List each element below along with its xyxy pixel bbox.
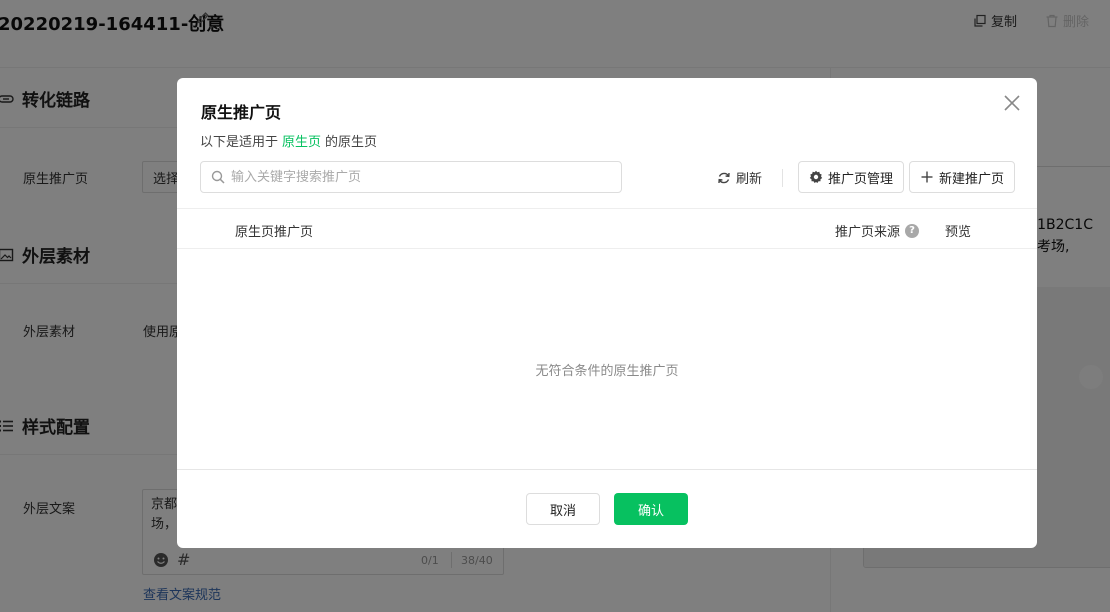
column-label: 预览	[945, 225, 972, 240]
manage-label: 推广页管理	[827, 171, 893, 187]
dialog-subtitle: 以下是适用于 原生页 的原生页	[200, 131, 377, 150]
divider	[177, 469, 1037, 470]
subtitle-prefix: 以下是适用于	[200, 135, 279, 150]
native-page-dialog: 原生推广页 以下是适用于原生页的原生页 刷新 推广页管理	[177, 78, 1037, 548]
cancel-button[interactable]: 取消	[526, 493, 600, 525]
column-label: 推广页来源	[835, 225, 901, 240]
plus-icon	[921, 171, 933, 183]
confirm-button[interactable]: 确认	[614, 493, 688, 525]
search-box	[200, 161, 622, 193]
empty-state-text: 无符合条件的原生推广页	[535, 364, 679, 379]
create-label: 新建推广页	[938, 171, 1004, 187]
refresh-label: 刷新	[736, 172, 763, 187]
column-label: 原生页推广页	[235, 225, 314, 240]
refresh-button[interactable]: 刷新	[717, 168, 762, 187]
close-icon[interactable]	[1003, 94, 1021, 112]
search-input[interactable]	[231, 162, 611, 192]
column-header-name: 原生页推广页	[235, 221, 313, 240]
divider	[782, 169, 783, 187]
subtitle-highlight: 原生页	[282, 135, 322, 150]
column-header-preview: 预览	[945, 221, 971, 240]
help-icon[interactable]: ?	[905, 223, 920, 238]
refresh-icon	[718, 172, 730, 183]
search-icon	[211, 170, 225, 184]
column-header-source: 推广页来源 ?	[835, 221, 920, 240]
table-header: 原生页推广页 推广页来源 ? 预览	[177, 208, 1037, 249]
dialog-title: 原生推广页	[201, 103, 282, 122]
manage-pages-button[interactable]: 推广页管理	[798, 161, 904, 193]
gear-icon	[809, 170, 823, 183]
create-page-button[interactable]: 新建推广页	[909, 161, 1015, 193]
subtitle-suffix: 的原生页	[325, 135, 378, 150]
